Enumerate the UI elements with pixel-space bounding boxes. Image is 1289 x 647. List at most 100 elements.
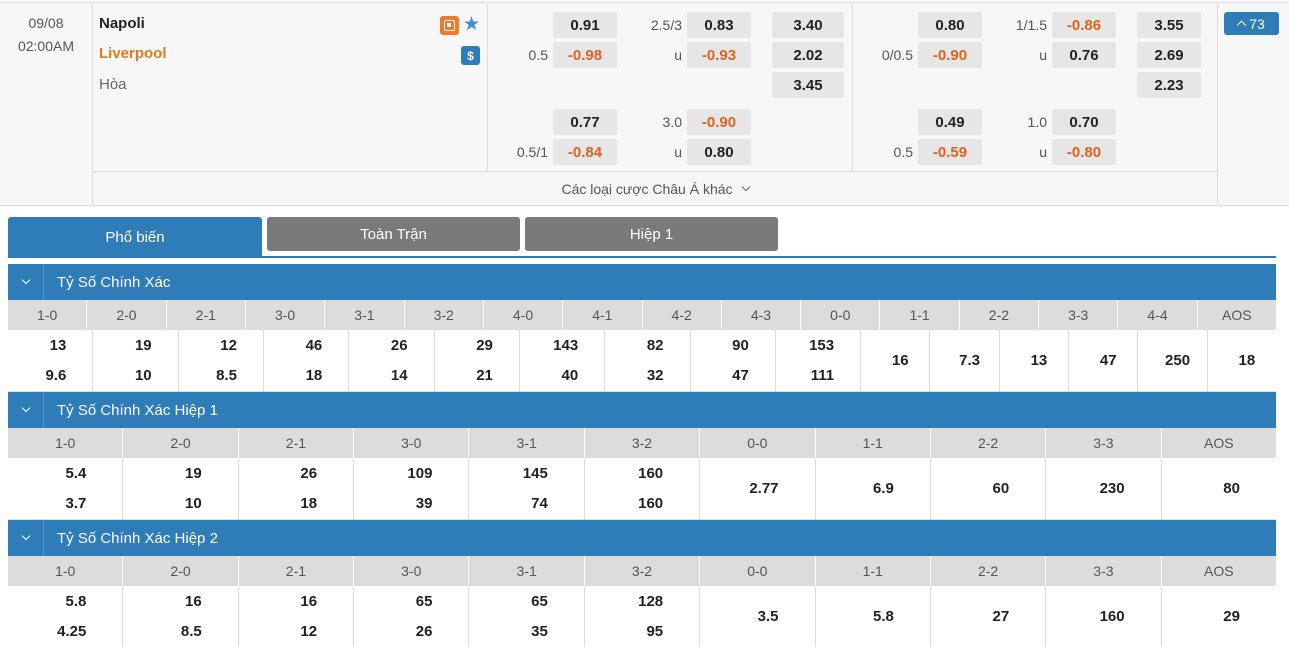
away-score-odd[interactable]: 26 <box>416 617 433 647</box>
ft-alt-hdp-home-odd[interactable]: 0.77 <box>553 109 617 135</box>
away-score-odd[interactable]: 35 <box>531 617 548 647</box>
away-score-odd[interactable]: 9.6 <box>45 361 66 391</box>
home-score-odd[interactable]: 16 <box>185 587 202 617</box>
home-score-odd[interactable]: 90 <box>732 331 749 361</box>
ft-ou-over-odd[interactable]: 0.83 <box>687 12 751 38</box>
away-score-odd[interactable]: 10 <box>185 489 202 519</box>
home-score-odd[interactable]: 250 <box>1165 346 1190 376</box>
home-score-odd[interactable]: 26 <box>391 331 408 361</box>
ht-alt-hdp-home-odd[interactable]: 0.49 <box>918 109 982 135</box>
score-odds-cell[interactable]: 60 <box>931 458 1047 519</box>
score-odds-cell[interactable]: 160 <box>1046 586 1162 647</box>
away-score-odd[interactable]: 47 <box>732 361 749 391</box>
home-score-odd[interactable]: 5.4 <box>66 459 87 489</box>
score-odds-cell[interactable]: 26 18 <box>239 458 355 519</box>
ht-alt-ou-under-odd[interactable]: -0.80 <box>1052 139 1116 165</box>
away-score-odd[interactable]: 8.5 <box>216 361 237 391</box>
score-odds-cell[interactable]: 26 14 <box>349 330 435 391</box>
score-odds-cell[interactable]: 29 <box>1162 586 1276 647</box>
ht-1x2-home-odd[interactable]: 3.55 <box>1137 12 1201 38</box>
home-score-odd[interactable]: 3.5 <box>758 602 779 632</box>
score-odds-cell[interactable]: 128 95 <box>585 586 701 647</box>
away-score-odd[interactable]: 160 <box>638 489 663 519</box>
score-odds-cell[interactable]: 3.5 <box>700 586 816 647</box>
away-team[interactable]: Liverpool <box>99 45 167 62</box>
home-score-odd[interactable]: 153 <box>809 331 834 361</box>
home-score-odd[interactable]: 19 <box>135 331 152 361</box>
away-score-odd[interactable]: 14 <box>391 361 408 391</box>
away-score-odd[interactable]: 18 <box>306 361 323 391</box>
home-score-odd[interactable]: 13 <box>1031 346 1048 376</box>
ht-1x2-away-odd[interactable]: 2.69 <box>1137 42 1201 68</box>
score-odds-cell[interactable]: 12 8.5 <box>179 330 264 391</box>
score-odds-cell[interactable]: 5.8 <box>816 586 931 647</box>
score-odds-cell[interactable]: 16 12 <box>239 586 355 647</box>
score-odds-cell[interactable]: 29 21 <box>435 330 520 391</box>
home-score-odd[interactable]: 7.3 <box>959 346 980 376</box>
score-odds-cell[interactable]: 16 <box>861 330 931 391</box>
home-score-odd[interactable]: 109 <box>407 459 432 489</box>
ht-alt-hdp-away-odd[interactable]: -0.59 <box>918 139 982 165</box>
score-odds-cell[interactable]: 145 74 <box>469 458 585 519</box>
home-score-odd[interactable]: 143 <box>553 331 578 361</box>
score-odds-cell[interactable]: 16 8.5 <box>123 586 239 647</box>
collapse-chevron-icon[interactable] <box>8 264 44 300</box>
away-score-odd[interactable]: 32 <box>647 361 664 391</box>
score-odds-cell[interactable]: 13 9.6 <box>8 330 94 391</box>
ft-hdp-home-odd[interactable]: 0.91 <box>553 12 617 38</box>
away-score-odd[interactable]: 21 <box>476 361 493 391</box>
score-odds-cell[interactable]: 109 39 <box>354 458 470 519</box>
score-odds-cell[interactable]: 160 160 <box>585 458 701 519</box>
away-score-odd[interactable]: 4.25 <box>57 617 86 647</box>
ft-1x2-home-odd[interactable]: 3.40 <box>772 12 844 38</box>
home-score-odd[interactable]: 160 <box>638 459 663 489</box>
score-odds-cell[interactable]: 7.3 <box>930 330 1000 391</box>
home-score-odd[interactable]: 18 <box>1239 346 1256 376</box>
away-score-odd[interactable]: 3.7 <box>66 489 87 519</box>
ht-alt-ou-over-odd[interactable]: 0.70 <box>1052 109 1116 135</box>
section-header-0[interactable]: Tỷ Số Chính Xác <box>8 264 1276 300</box>
score-odds-cell[interactable]: 19 10 <box>123 458 239 519</box>
home-score-odd[interactable]: 65 <box>531 587 548 617</box>
ht-hdp-away-odd[interactable]: -0.90 <box>918 42 982 68</box>
tab-popular[interactable]: Phổ biến <box>8 217 262 257</box>
section-header-1[interactable]: Tỷ Số Chính Xác Hiệp 1 <box>8 392 1276 428</box>
home-score-odd[interactable]: 80 <box>1223 474 1240 504</box>
home-score-odd[interactable]: 16 <box>892 346 909 376</box>
ft-1x2-draw-odd[interactable]: 3.45 <box>772 72 844 98</box>
home-score-odd[interactable]: 29 <box>476 331 493 361</box>
score-odds-cell[interactable]: 27 <box>931 586 1047 647</box>
ft-1x2-away-odd[interactable]: 2.02 <box>772 42 844 68</box>
home-score-odd[interactable]: 160 <box>1100 602 1125 632</box>
home-score-odd[interactable]: 27 <box>993 602 1010 632</box>
collapse-chevron-icon[interactable] <box>8 520 44 556</box>
home-score-odd[interactable]: 16 <box>300 587 317 617</box>
home-score-odd[interactable]: 65 <box>416 587 433 617</box>
score-odds-cell[interactable]: 250 <box>1138 330 1208 391</box>
section-header-2[interactable]: Tỷ Số Chính Xác Hiệp 2 <box>8 520 1276 556</box>
home-score-odd[interactable]: 13 <box>50 331 67 361</box>
home-score-odd[interactable]: 128 <box>638 587 663 617</box>
score-odds-cell[interactable]: 82 32 <box>605 330 691 391</box>
home-score-odd[interactable]: 19 <box>185 459 202 489</box>
home-score-odd[interactable]: 82 <box>647 331 664 361</box>
more-markets-button[interactable]: 73 <box>1224 12 1279 35</box>
score-odds-cell[interactable]: 143 40 <box>520 330 606 391</box>
tab-full-match[interactable]: Toàn Trận <box>267 217 520 251</box>
ht-ou-over-odd[interactable]: -0.86 <box>1052 12 1116 38</box>
collapse-chevron-icon[interactable] <box>8 392 44 428</box>
away-score-odd[interactable]: 95 <box>646 617 663 647</box>
score-odds-cell[interactable]: 65 35 <box>469 586 585 647</box>
score-odds-cell[interactable]: 46 18 <box>264 330 350 391</box>
score-odds-cell[interactable]: 2.77 <box>700 458 816 519</box>
home-score-odd[interactable]: 5.8 <box>66 587 87 617</box>
home-score-odd[interactable]: 145 <box>523 459 548 489</box>
ft-alt-ou-over-odd[interactable]: -0.90 <box>687 109 751 135</box>
live-tv-icon[interactable] <box>440 16 459 35</box>
score-odds-cell[interactable]: 5.8 4.25 <box>8 586 124 647</box>
favorite-star-icon[interactable]: ★ <box>462 14 481 35</box>
away-score-odd[interactable]: 111 <box>811 361 834 391</box>
home-score-odd[interactable]: 46 <box>306 331 323 361</box>
home-score-odd[interactable]: 12 <box>220 331 237 361</box>
score-odds-cell[interactable]: 13 <box>1000 330 1070 391</box>
